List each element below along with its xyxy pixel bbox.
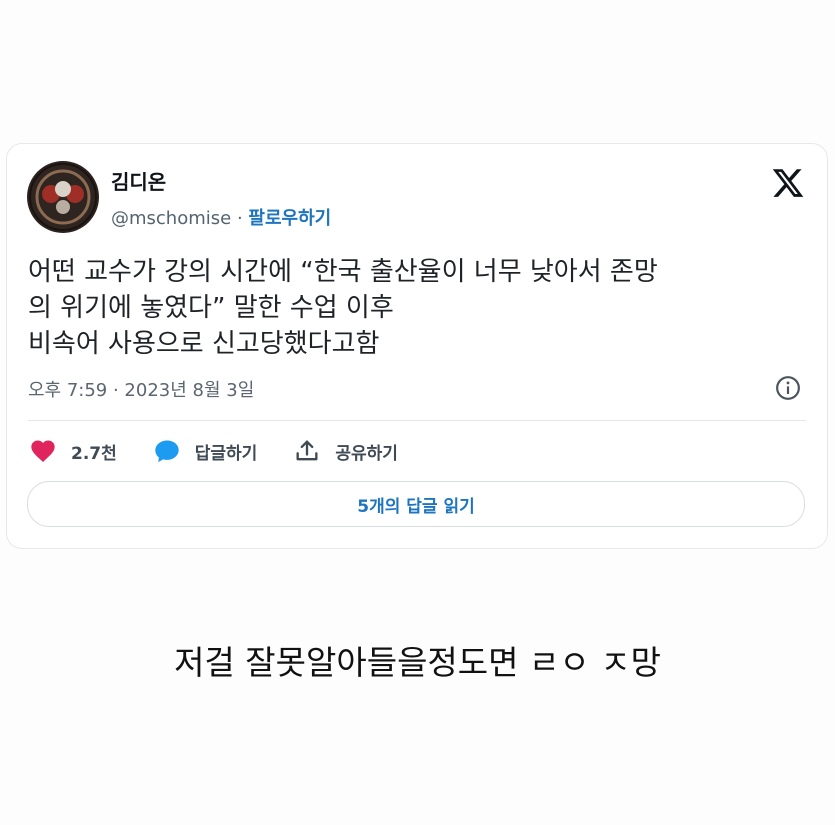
reply-label: 답글하기 bbox=[194, 443, 258, 464]
read-replies-button[interactable]: 5개의 답글 읽기 bbox=[27, 481, 805, 527]
avatar[interactable] bbox=[27, 161, 99, 233]
reply-button[interactable]: 답글하기 bbox=[153, 437, 258, 465]
x-logo-icon[interactable] bbox=[771, 166, 805, 200]
divider bbox=[28, 420, 806, 421]
share-label: 공유하기 bbox=[335, 443, 398, 464]
tweet-timestamp[interactable]: 오후 7:59 · 2023년 8월 3일 bbox=[28, 376, 254, 402]
heart-icon bbox=[31, 440, 55, 462]
tweet-text: 어떤 교수가 강의 시간에 “한국 출산율이 너무 낮아서 존망 의 위기에 놓… bbox=[28, 254, 808, 362]
share-button[interactable]: 공유하기 bbox=[293, 437, 398, 465]
handle-separator: · bbox=[231, 208, 249, 229]
action-bar: 2.7천 답글하기 공유하기 bbox=[29, 435, 434, 467]
speech-bubble-icon bbox=[155, 440, 179, 463]
avatar-image bbox=[29, 163, 97, 231]
tweet-text-line: 비속어 사용으로 신고당했다고함 bbox=[28, 329, 380, 359]
caption-text: 저걸 잘못알아들을정도면 ㄹㅇ ㅈ망 bbox=[174, 643, 661, 682]
tweet-card: 김디온 @mschomise · 팔로우하기 어떤 교수가 강의 시간에 “한국… bbox=[6, 143, 828, 549]
like-button[interactable]: 2.7천 bbox=[29, 437, 117, 465]
follow-button[interactable]: 팔로우하기 bbox=[248, 208, 331, 229]
info-icon[interactable] bbox=[775, 375, 801, 401]
tweet-text-line: 의 위기에 놓였다” 말한 수업 이후 bbox=[28, 293, 394, 323]
author-name[interactable]: 김디온 bbox=[111, 166, 166, 195]
author-handle[interactable]: @mschomise bbox=[111, 208, 231, 229]
share-upload-icon bbox=[296, 440, 318, 461]
tweet-text-line: 어떤 교수가 강의 시간에 “한국 출산율이 너무 낮아서 존망 bbox=[28, 257, 658, 287]
handle-row: @mschomise · 팔로우하기 bbox=[111, 204, 331, 230]
like-count: 2.7천 bbox=[71, 443, 117, 464]
